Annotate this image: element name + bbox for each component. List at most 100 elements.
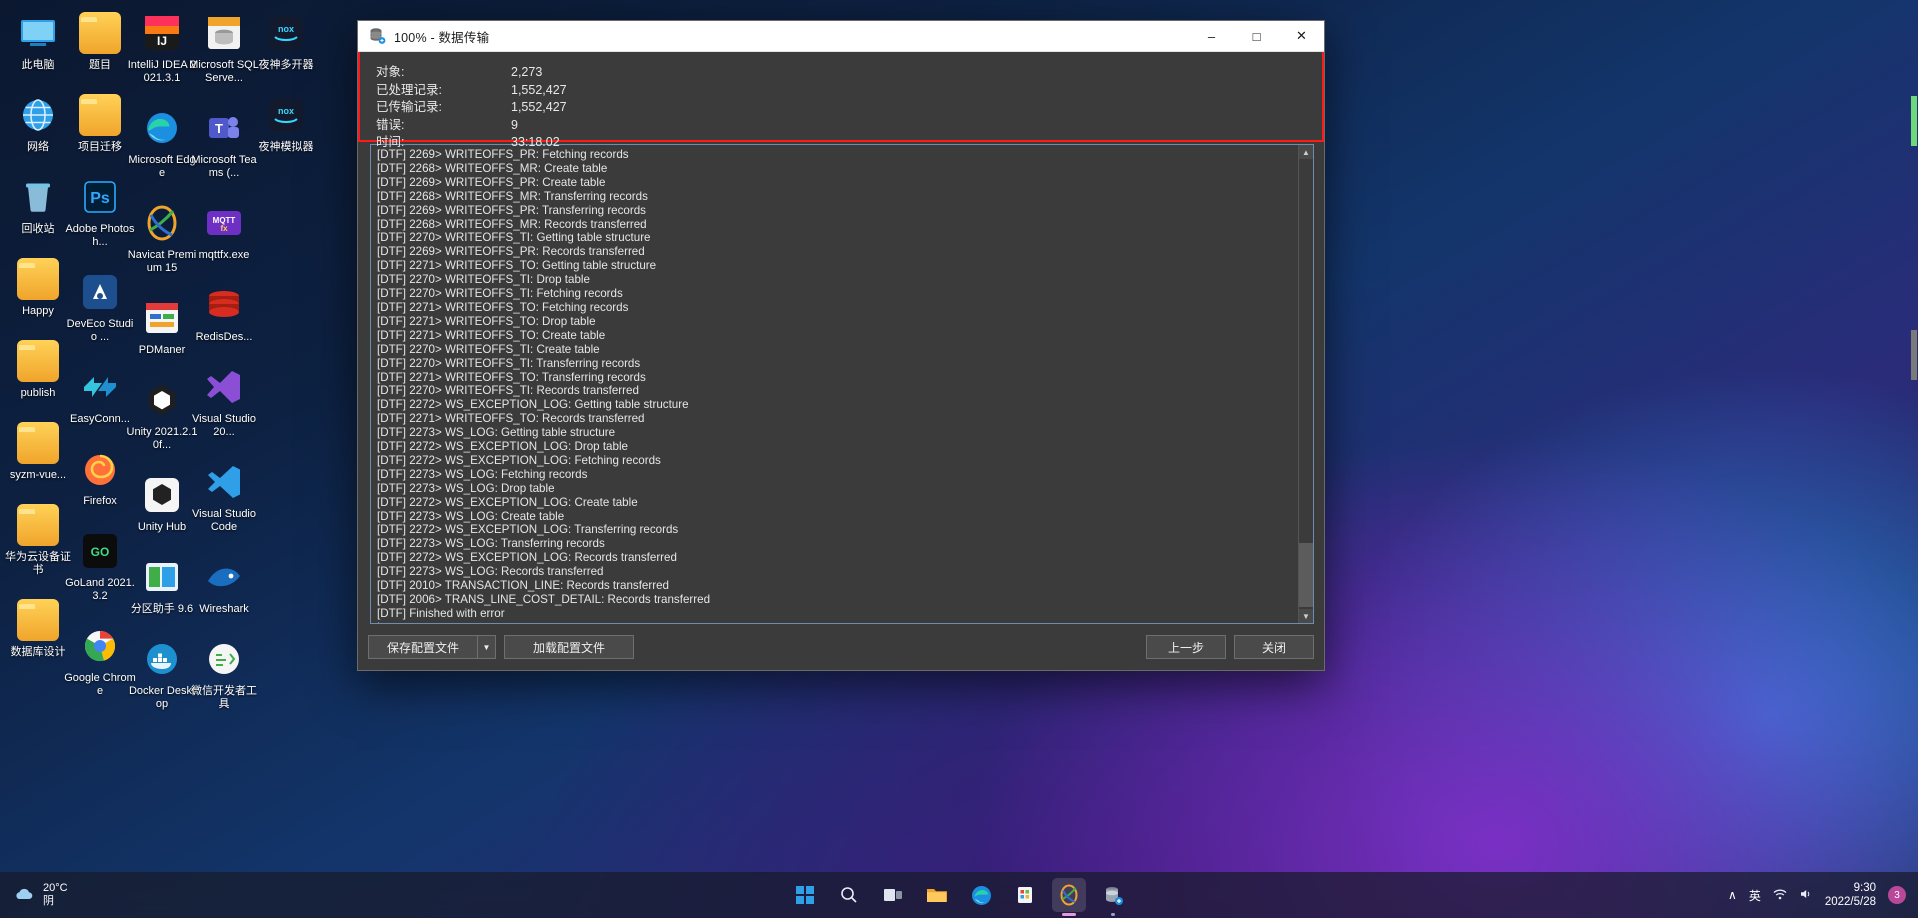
desktop-icon-nox-multi[interactable]: nox 夜神多开器 [248,6,324,76]
minimize-button[interactable]: – [1189,21,1234,52]
task-view-button[interactable] [876,878,910,912]
transfer-stats-panel: 对象: 2,273 已处理记录: 1,552,427 已传输记录: 1,552,427 错误… [358,52,1324,149]
folder-icon [17,503,59,546]
teams-icon: T [203,107,245,149]
search-button[interactable] [832,878,866,912]
stat-label: 时间: [376,135,405,149]
desktop-icon-label: 数据库设计 [10,645,66,658]
unity-icon [141,379,183,421]
log-line: [DTF] 2272> WS_EXCEPTION_LOG: Transferri… [377,523,679,537]
log-line: [DTF] 2270> WRITEOFFS_TI: Getting table … [377,231,651,245]
data-transfer-window: 100% - 数据传输 – □ ✕ 对象: 2,273 已处理记录: 1,552,42… [357,20,1325,671]
pdmaner-icon [141,297,183,339]
notification-badge[interactable]: 3 [1888,886,1906,904]
log-text[interactable]: [DTF] 2269> WRITEOFFS_PR: Fetching recor… [371,145,1298,623]
chevron-up-icon[interactable]: ∧ [1728,888,1737,902]
window-titlebar[interactable]: 100% - 数据传输 – □ ✕ [358,21,1324,52]
log-line: [DTF] 2272> WS_EXCEPTION_LOG: Create tab… [377,495,638,509]
stat-value: 9 [511,117,518,132]
desktop-icon-label: 回收站 [21,222,55,235]
microsoft-store-button[interactable] [1008,878,1042,912]
close-dialog-button[interactable]: 关闭 [1234,635,1314,659]
folder-icon [17,257,59,300]
desktop-icon-wechat-devtools[interactable]: 微信开发者工具 [186,632,262,715]
weather-text: 20°C 阴 [43,882,68,908]
ime-indicator[interactable]: 英 [1749,887,1761,904]
desktop-icon-column: nox 夜神多开器 nox 夜神模拟器 [248,6,324,170]
desktop-icon-redis-desktop[interactable]: RedisDes... [186,278,262,348]
folder-icon [17,339,59,382]
svg-text:nox: nox [278,106,294,116]
network-icon[interactable] [1773,887,1787,904]
log-line: [DTF] 2272> WS_EXCEPTION_LOG: Getting ta… [377,398,689,412]
log-line: [DTF] 2271> WRITEOFFS_TO: Fetching recor… [377,300,629,314]
save-profile-split-button[interactable]: 保存配置文件 ▼ [368,635,496,659]
log-line: [DTF] 2271> WRITEOFFS_TO: Drop table [377,314,596,328]
svg-text:Ps: Ps [90,190,110,207]
log-scrollbar[interactable]: ▲ ▼ [1298,145,1313,623]
weather-condition: 阴 [43,895,54,907]
log-line: [DTF] 2270> WRITEOFFS_TI: Records transf… [377,384,639,398]
log-line: [DTF] 2271> WRITEOFFS_TO: Transferring r… [377,370,646,384]
log-line: [DTF] 2272> WS_EXCEPTION_LOG: Drop table [377,440,628,454]
log-line: [DTF] 2273> WS_LOG: Getting table struct… [377,426,616,440]
svg-text:T: T [215,121,223,136]
data-transfer-button[interactable] [1096,878,1130,916]
scrollbar-track[interactable] [1299,159,1313,609]
previous-step-button[interactable]: 上一步 [1146,635,1226,659]
log-line: [DTF] 2006> TRANS_LINE_COST_DETAIL: Reco… [377,593,711,606]
edge-button[interactable] [964,878,998,912]
clock-date: 2022/5/28 [1824,896,1876,908]
desktop-icon-wireshark[interactable]: Wireshark [186,550,262,620]
load-profile-button[interactable]: 加载配置文件 [504,635,634,659]
sql-server-icon [203,12,245,54]
window-title: 100% - 数据传输 [394,30,490,45]
scroll-up-button[interactable]: ▲ [1299,145,1313,159]
desktop-icon-nox-emulator[interactable]: nox 夜神模拟器 [248,88,324,158]
save-profile-button[interactable]: 保存配置文件 [369,635,477,659]
start-button[interactable] [788,878,822,912]
desktop-icon-label: Visual Studio Code [191,507,256,533]
log-line: [DTF] 2270> WRITEOFFS_TI: Create table [377,342,600,356]
scroll-down-button[interactable]: ▼ [1299,609,1313,623]
navicat-button[interactable] [1052,878,1086,916]
weather-widget[interactable]: 20°C 阴 [14,882,68,908]
visual-studio-icon [203,366,245,408]
stat-label: 已处理记录: [376,82,442,97]
save-profile-dropdown-arrow[interactable]: ▼ [477,635,495,659]
unity-hub-icon [141,474,183,516]
desktop-icon-vscode[interactable]: Visual Studio Code [186,455,262,538]
volume-icon[interactable] [1799,887,1813,904]
log-line: [DTF] 2271> WRITEOFFS_TO: Getting table … [377,259,657,273]
close-button[interactable]: ✕ [1279,21,1324,52]
log-line: [DTF] 2271> WRITEOFFS_TO: Records transf… [377,412,645,426]
log-line: [DTF] 2269> WRITEOFFS_PR: Transferring r… [377,203,646,217]
scrollbar-thumb[interactable] [1299,543,1313,607]
log-line: [DTF] 2273> WS_LOG: Create table [377,509,565,523]
window-footer: 保存配置文件 ▼ 加载配置文件 上一步 关闭 [358,624,1324,670]
log-line: [DTF] 2268> WRITEOFFS_MR: Records transf… [377,217,647,231]
folder-icon [17,598,59,641]
clock[interactable]: 9:30 2022/5/28 [1825,881,1876,909]
chrome-icon [79,625,121,667]
stat-label: 已传输记录: [376,100,442,114]
nox-multi-icon: nox [265,12,307,54]
maximize-button[interactable]: □ [1234,21,1279,52]
log-line: [DTF] 2271> WRITEOFFS_TO: Create table [377,328,606,342]
desktop-icon-visual-studio[interactable]: Visual Studio 20... [186,360,262,443]
nox-emulator-icon: nox [265,94,307,136]
active-indicator [1062,913,1076,916]
desktop-icon-label: 夜神模拟器 [258,140,314,153]
database-transfer-icon [368,27,386,45]
file-explorer-button[interactable] [920,878,954,912]
desktop-icon-mqttfx[interactable]: MQTT fx mqttfx.exe [186,196,262,266]
redis-desktop-icon [203,284,245,326]
vscode-icon [203,461,245,503]
log-line: [DTF] 2273> WS_LOG: Drop table [377,481,555,495]
log-line: | [377,621,1298,623]
desktop-icon-label: publish [20,386,56,399]
docker-icon [141,638,183,680]
stat-row: 已处理记录: 1,552,427 [376,82,567,100]
log-line: [DTF] 2270> WRITEOFFS_TI: Fetching recor… [377,287,623,301]
stat-value: 33:18.02 [511,135,560,149]
